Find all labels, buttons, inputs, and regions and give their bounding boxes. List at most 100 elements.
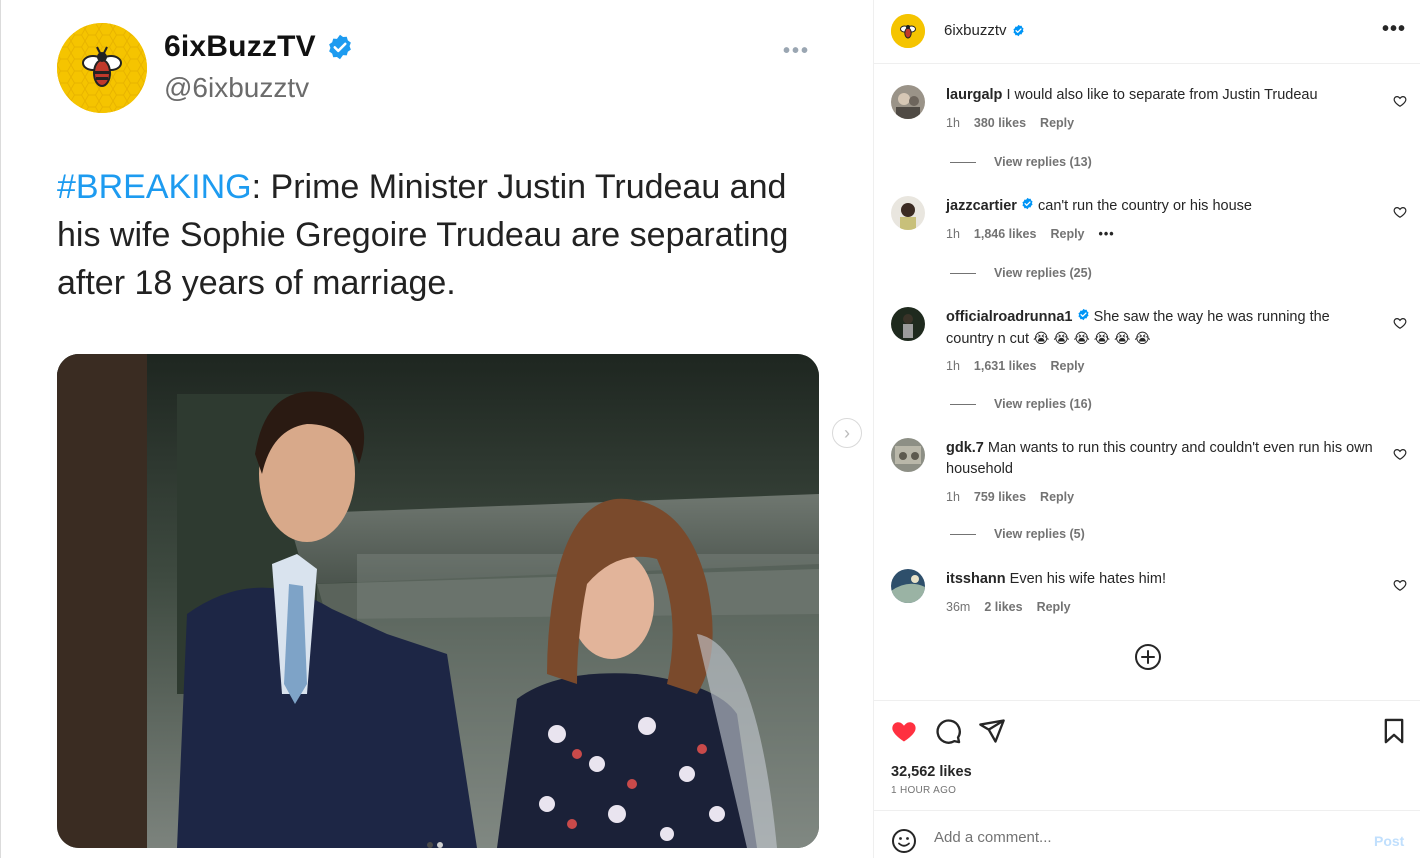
- tweet-handle: @6ixbuzztv: [164, 72, 310, 103]
- post-comment-button[interactable]: Post: [1374, 833, 1404, 849]
- comment-button[interactable]: [934, 717, 962, 745]
- comment-time[interactable]: 36m: [946, 600, 970, 614]
- emoji-picker-button[interactable]: [891, 828, 917, 854]
- comments-panel: 6ixbuzztv ••• laurgalp I would also like…: [873, 0, 1420, 858]
- comment-list: laurgalp I would also like to separate f…: [874, 64, 1420, 700]
- comment-username[interactable]: gdk.7: [946, 440, 984, 456]
- bee-logo-icon: [57, 23, 147, 113]
- verified-badge-icon: [1077, 308, 1089, 321]
- verified-badge-icon: [1012, 24, 1024, 37]
- comment-meta: 36m 2 likes Reply: [946, 600, 1071, 614]
- view-replies-button[interactable]: View replies (13): [950, 155, 1092, 169]
- avatar-photo-icon: [891, 438, 925, 472]
- comment-likes[interactable]: 2 likes: [984, 600, 1022, 614]
- comment-like-button[interactable]: [1393, 94, 1407, 108]
- comment-like-button[interactable]: [1393, 205, 1407, 219]
- tweet-photo: [57, 354, 819, 848]
- carousel-dots: [427, 842, 443, 848]
- share-button[interactable]: [978, 717, 1006, 745]
- tweet-display-name: 6ixBuzzTV: [164, 30, 354, 64]
- more-options-icon[interactable]: •••: [1382, 18, 1406, 41]
- bee-logo-icon: [891, 14, 925, 48]
- comment-like-button[interactable]: [1393, 316, 1407, 330]
- post-header: 6ixbuzztv •••: [874, 0, 1420, 64]
- commenter-avatar[interactable]: [891, 85, 925, 119]
- likes-count[interactable]: 32,562 likes: [891, 764, 972, 780]
- like-button[interactable]: [890, 717, 918, 745]
- replies-divider: [950, 161, 976, 163]
- replies-divider: [950, 272, 976, 274]
- tweet-more-icon: •••: [783, 40, 811, 62]
- comment-likes[interactable]: 1,846 likes: [974, 227, 1037, 241]
- reply-button[interactable]: Reply: [1040, 116, 1074, 130]
- replies-divider: [950, 533, 976, 535]
- comment-text: jazzcartier can't run the country or his…: [946, 197, 1252, 214]
- view-replies-button[interactable]: View replies (5): [950, 527, 1085, 541]
- comment-likes[interactable]: 1,631 likes: [974, 359, 1037, 373]
- commenter-avatar[interactable]: [891, 438, 925, 472]
- heart-outline-icon: [1393, 580, 1407, 591]
- comment-meta: 1h 1,631 likes Reply: [946, 359, 1085, 373]
- crying-emoji: 😭 😭 😭 😭 😭 😭: [1033, 330, 1151, 346]
- post-actions: 32,562 likes 1 HOUR AGO: [874, 700, 1420, 810]
- comment-text: gdk.7 Man wants to run this country and …: [946, 440, 1373, 477]
- comment-bubble-icon: [936, 719, 961, 744]
- plus-circle-icon: [1135, 644, 1161, 670]
- comment-time[interactable]: 1h: [946, 227, 960, 241]
- comment-meta: 1h 380 likes Reply: [946, 116, 1074, 130]
- author-username[interactable]: 6ixbuzztv: [944, 22, 1025, 39]
- post-media: 6ixBuzzTV @6ixbuzztv ••• #BREAKING: Prim…: [0, 0, 873, 858]
- carousel-dot: [437, 842, 443, 848]
- avatar-photo-icon: [891, 196, 925, 230]
- post-timestamp[interactable]: 1 HOUR AGO: [891, 785, 956, 796]
- comment-username[interactable]: officialroadrunna1: [946, 309, 1073, 325]
- avatar-photo-icon: [891, 85, 925, 119]
- heart-filled-icon: [892, 722, 916, 742]
- reply-button[interactable]: Reply: [1050, 359, 1084, 373]
- tweet-text: #BREAKING: Prime Minister Justin Trudeau…: [57, 163, 817, 307]
- bookmark-icon: [1384, 718, 1404, 744]
- comment-time[interactable]: 1h: [946, 116, 960, 130]
- comment-meta: 1h 1,846 likes Reply •••: [946, 227, 1115, 241]
- replies-divider: [950, 403, 976, 405]
- view-replies-button[interactable]: View replies (25): [950, 266, 1092, 280]
- reply-button[interactable]: Reply: [1050, 227, 1084, 241]
- comment-like-button[interactable]: [1393, 578, 1407, 592]
- reply-button[interactable]: Reply: [1037, 600, 1071, 614]
- comment-like-button[interactable]: [1393, 447, 1407, 461]
- commenter-avatar[interactable]: [891, 196, 925, 230]
- heart-outline-icon: [1393, 96, 1407, 107]
- couple-photo-image: [57, 354, 819, 848]
- load-more-comments-button[interactable]: [1134, 643, 1162, 671]
- comment-time[interactable]: 1h: [946, 490, 960, 504]
- commenter-avatar[interactable]: [891, 307, 925, 341]
- comment-likes[interactable]: 380 likes: [974, 116, 1026, 130]
- reply-button[interactable]: Reply: [1040, 490, 1074, 504]
- comment-more-icon[interactable]: •••: [1099, 227, 1115, 241]
- carousel-next-button[interactable]: ›: [832, 418, 862, 448]
- comment-likes[interactable]: 759 likes: [974, 490, 1026, 504]
- comment-text: itsshann Even his wife hates him!: [946, 571, 1167, 587]
- comment-text: laurgalp I would also like to separate f…: [946, 87, 1318, 103]
- comment-time[interactable]: 1h: [946, 359, 960, 373]
- author-avatar[interactable]: [891, 14, 925, 48]
- comment-username[interactable]: jazzcartier: [946, 198, 1017, 214]
- comment-username[interactable]: itsshann: [946, 571, 1006, 587]
- comment-input[interactable]: [934, 829, 1354, 846]
- heart-outline-icon: [1393, 207, 1407, 218]
- heart-outline-icon: [1393, 318, 1407, 329]
- save-button[interactable]: [1380, 717, 1408, 745]
- commenter-avatar[interactable]: [891, 569, 925, 603]
- avatar-photo-icon: [891, 307, 925, 341]
- view-replies-button[interactable]: View replies (16): [950, 397, 1092, 411]
- send-icon: [979, 719, 1005, 743]
- tweet-avatar: [57, 23, 147, 113]
- heart-outline-icon: [1393, 449, 1407, 460]
- smiley-icon: [892, 829, 916, 853]
- comment-username[interactable]: laurgalp: [946, 87, 1002, 103]
- carousel-dot: [427, 842, 433, 848]
- comment-text: officialroadrunna1 She saw the way he wa…: [946, 308, 1330, 347]
- avatar-photo-icon: [891, 569, 925, 603]
- tweet-hashtag: #BREAKING: [57, 168, 252, 206]
- add-comment-bar: Post: [874, 810, 1420, 858]
